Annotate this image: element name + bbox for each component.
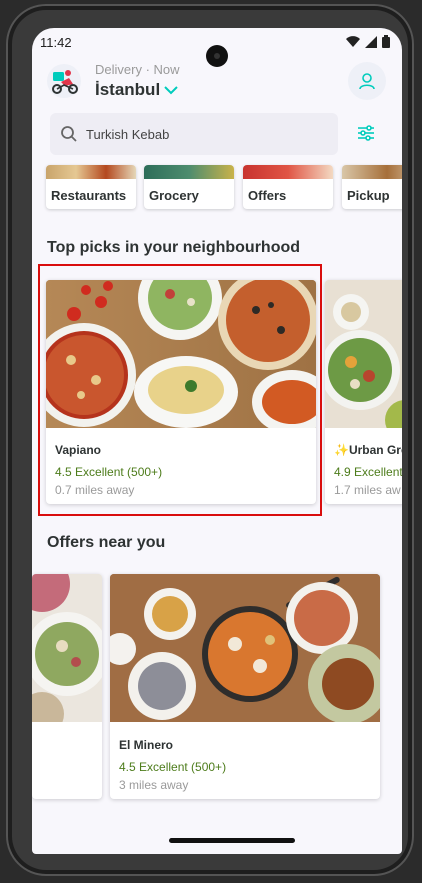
restaurant-rating: 4.5 Excellent (500+) bbox=[119, 760, 227, 774]
search-input[interactable]: Turkish Kebab bbox=[86, 127, 169, 142]
restaurant-image bbox=[32, 574, 102, 722]
battery-icon bbox=[382, 35, 390, 48]
category-grocery[interactable]: Grocery bbox=[144, 165, 234, 209]
account-button[interactable] bbox=[348, 62, 386, 100]
rider-logo-icon bbox=[47, 64, 81, 98]
home-indicator[interactable] bbox=[169, 838, 295, 843]
status-time: 11:42 bbox=[40, 35, 72, 50]
restaurant-name: ✨Urban Gre bbox=[334, 443, 402, 457]
category-label: Pickup bbox=[347, 188, 390, 203]
signal-icon bbox=[365, 35, 377, 48]
category-label: Offers bbox=[248, 188, 287, 203]
status-icons bbox=[346, 35, 390, 48]
restaurant-distance: 0.7 miles away bbox=[55, 483, 135, 497]
offers-title: Offers near you bbox=[47, 534, 166, 551]
restaurant-card-urban-greens[interactable]: ✨Urban Gre 4.9 Excellent 1.7 miles aw bbox=[325, 280, 402, 504]
status-bar: 11:42 bbox=[32, 28, 402, 67]
food-photo bbox=[325, 280, 402, 428]
offer-card-partial[interactable] bbox=[32, 574, 102, 799]
location-selector[interactable]: İstanbul bbox=[95, 80, 178, 100]
category-pickup[interactable]: Pickup bbox=[342, 165, 402, 209]
search-bar[interactable]: Turkish Kebab bbox=[50, 113, 338, 155]
category-image bbox=[342, 165, 402, 179]
chevron-down-icon bbox=[164, 86, 178, 95]
category-label: Grocery bbox=[149, 188, 199, 203]
filter-icon bbox=[358, 125, 374, 141]
category-image bbox=[144, 165, 234, 179]
search-icon bbox=[60, 125, 78, 143]
restaurant-image bbox=[325, 280, 402, 428]
food-photo bbox=[46, 280, 316, 428]
delivery-time-label[interactable]: Delivery · Now bbox=[95, 62, 180, 77]
restaurant-name: El Minero bbox=[119, 738, 174, 752]
food-photo bbox=[110, 574, 380, 722]
restaurant-rating: 4.5 Excellent (500+) bbox=[55, 465, 163, 479]
category-image bbox=[243, 165, 333, 179]
category-offers[interactable]: Offers bbox=[243, 165, 333, 209]
restaurant-distance: 1.7 miles aw bbox=[334, 483, 401, 497]
restaurant-distance: 3 miles away bbox=[119, 778, 189, 792]
category-label: Restaurants bbox=[51, 188, 127, 203]
front-camera bbox=[206, 45, 228, 67]
restaurant-name: Vapiano bbox=[55, 443, 102, 457]
food-photo bbox=[32, 574, 102, 722]
account-icon bbox=[359, 73, 375, 90]
restaurant-card-vapiano[interactable]: Vapiano 4.5 Excellent (500+) 0.7 miles a… bbox=[46, 280, 316, 504]
device-frame: 11:42 Delivery · Now İstanbul Turkish Ke… bbox=[6, 4, 414, 876]
category-image bbox=[46, 165, 136, 179]
category-row: Restaurants Grocery Offers Pickup bbox=[46, 165, 402, 213]
restaurant-image bbox=[110, 574, 380, 722]
restaurant-rating: 4.9 Excellent bbox=[334, 465, 402, 479]
restaurant-card-el-minero[interactable]: El Minero 4.5 Excellent (500+) 3 miles a… bbox=[110, 574, 380, 799]
wifi-icon bbox=[346, 35, 360, 47]
filter-button[interactable] bbox=[356, 123, 376, 143]
city-name: İstanbul bbox=[95, 80, 161, 99]
app-screen: 11:42 Delivery · Now İstanbul Turkish Ke… bbox=[32, 28, 402, 854]
restaurant-image bbox=[46, 280, 316, 428]
category-restaurants[interactable]: Restaurants bbox=[46, 165, 136, 209]
top-picks-title: Top picks in your neighbourhood bbox=[47, 239, 301, 256]
